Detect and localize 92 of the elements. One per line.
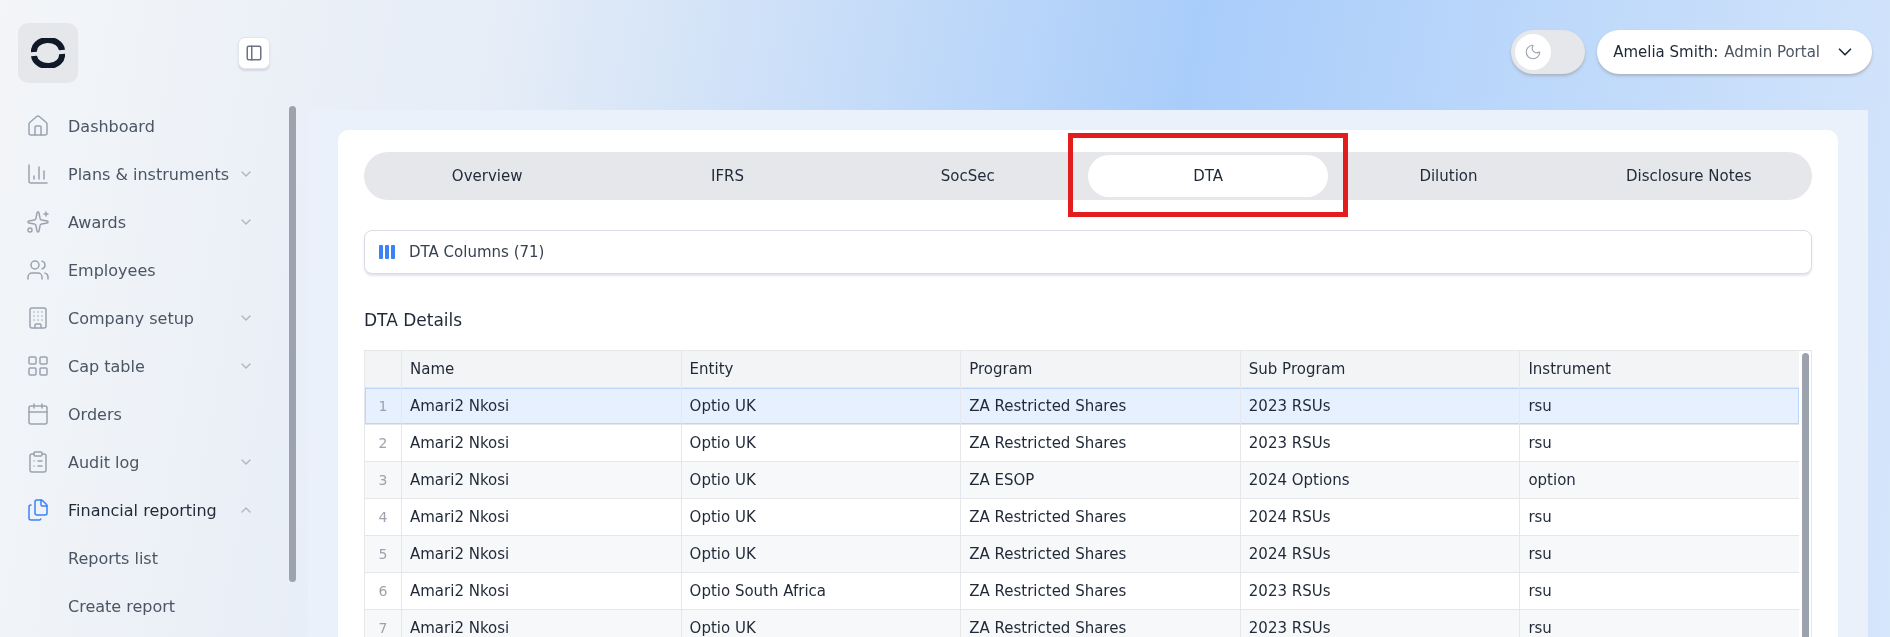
row-number: 7	[377, 619, 389, 637]
nav-icon	[26, 402, 50, 426]
table-cell: Amari2 Nkosi	[401, 536, 681, 572]
sidebar-item[interactable]: Financial reporting	[26, 486, 254, 534]
table-row[interactable]: 7 Amari2 Nkosi Optio UK ZA Restricted Shares 2023 RSUs rsu	[365, 610, 1799, 637]
table-row[interactable]: 5 Amari2 Nkosi Optio UK ZA Restricted Shares 2024 RSUs rsu	[365, 536, 1799, 573]
table-row[interactable]: 3 Amari2 Nkosi Optio UK ZA ESOP 2024 Options option	[365, 462, 1799, 499]
table-cell: Optio South Africa	[680, 573, 961, 609]
row-number: 2	[377, 434, 389, 453]
tab[interactable]: Overview	[367, 155, 608, 197]
table-row[interactable]: 2 Amari2 Nkosi Optio UK ZA Restricted Shares 2023 RSUs rsu	[365, 425, 1799, 462]
table-cell: 2024 RSUs	[1239, 536, 1520, 572]
nav-icon	[26, 354, 50, 378]
table-row[interactable]: 6 Amari2 Nkosi Optio South Africa ZA Restricted Shares 2023 RSUs rsu	[365, 573, 1799, 610]
columns-button[interactable]: DTA Columns (71)	[364, 230, 1812, 274]
logo[interactable]	[18, 23, 78, 83]
table-cell: ZA Restricted Shares	[960, 499, 1240, 535]
profile-menu-button[interactable]: Amelia Smith: Admin Portal	[1597, 30, 1872, 74]
tab[interactable]: Disclosure Notes	[1568, 155, 1809, 197]
moon-icon	[1524, 43, 1543, 61]
column-header[interactable]: Instrument	[1519, 351, 1799, 387]
section-title: DTA Details	[364, 310, 464, 330]
table-cell: ZA Restricted Shares	[960, 573, 1240, 609]
table-cell: Optio UK	[680, 610, 961, 637]
table-cell: 2023 RSUs	[1239, 573, 1520, 609]
table-cell: rsu	[1519, 536, 1799, 572]
scrollbar[interactable]	[289, 106, 296, 582]
panel-icon	[245, 44, 263, 62]
nav-icon	[26, 258, 50, 282]
column-header[interactable]: Name	[401, 351, 681, 387]
table-cell: Optio UK	[680, 536, 961, 572]
row-number: 4	[377, 508, 389, 527]
table-cell: rsu	[1519, 388, 1799, 424]
table-cell: 2024 RSUs	[1239, 499, 1520, 535]
nav-icon	[26, 210, 50, 234]
table-row[interactable]: 4 Amari2 Nkosi Optio UK ZA Restricted Shares 2024 RSUs rsu	[365, 499, 1799, 536]
tab[interactable]: Dilution	[1328, 155, 1569, 197]
table-cell: ZA Restricted Shares	[960, 425, 1240, 461]
sidebar-item[interactable]: Plans & instruments	[26, 150, 254, 198]
nav-icon	[26, 114, 50, 138]
sidebar-item[interactable]: Dashboard	[26, 102, 254, 150]
row-number: 1	[377, 397, 389, 416]
sidebar-item[interactable]: Awards	[26, 198, 254, 246]
sidebar-item[interactable]: Orders	[26, 390, 254, 438]
sidebar-item[interactable]: Company setup	[26, 294, 254, 342]
sidebar-item[interactable]: Audit log	[26, 438, 254, 486]
table-cell: 2023 RSUs	[1239, 610, 1520, 637]
nav-icon	[26, 306, 50, 330]
table-cell: Optio UK	[680, 462, 961, 498]
table-cell: Amari2 Nkosi	[401, 425, 681, 461]
table-cell: rsu	[1519, 610, 1799, 637]
tab[interactable]: IFRS	[607, 155, 848, 197]
row-number: 5	[377, 545, 389, 564]
table-cell: Optio UK	[680, 499, 961, 535]
table-cell: ZA Restricted Shares	[960, 610, 1240, 637]
tab[interactable]: DTA	[1088, 155, 1329, 197]
sidebar-toggle-button[interactable]	[238, 37, 270, 69]
table-cell: ZA Restricted Shares	[960, 388, 1240, 424]
table-cell: ZA ESOP	[960, 462, 1240, 498]
table-cell: 2023 RSUs	[1239, 388, 1520, 424]
table-cell: Amari2 Nkosi	[401, 462, 681, 498]
table-cell: rsu	[1519, 425, 1799, 461]
row-number: 6	[377, 582, 389, 601]
theme-toggle[interactable]	[1511, 30, 1586, 74]
table-cell: Amari2 Nkosi	[401, 573, 681, 609]
column-header[interactable]: Program	[960, 351, 1240, 387]
table-cell: 2023 RSUs	[1239, 425, 1520, 461]
row-number: 3	[377, 471, 389, 490]
column-header[interactable]: Entity	[680, 351, 961, 387]
sidebar-item[interactable]: Cap table	[26, 342, 254, 390]
tab[interactable]: SocSec	[847, 155, 1088, 197]
table-cell: 2024 Options	[1239, 462, 1520, 498]
logo-icon	[31, 38, 65, 68]
nav-icon	[26, 498, 50, 522]
sidebar-item[interactable]: Employees	[26, 246, 254, 294]
table-cell: Amari2 Nkosi	[401, 388, 681, 424]
table-cell: rsu	[1519, 499, 1799, 535]
table-cell: Amari2 Nkosi	[401, 499, 681, 535]
columns-icon	[379, 245, 395, 259]
table-cell: ZA Restricted Shares	[960, 536, 1240, 572]
table-cell: option	[1519, 462, 1799, 498]
table-row[interactable]: 1 Amari2 Nkosi Optio UK ZA Restricted Shares 2023 RSUs rsu	[365, 388, 1799, 425]
table-cell: Optio UK	[680, 425, 961, 461]
table-cell: Amari2 Nkosi	[401, 610, 681, 637]
nav-icon	[26, 162, 50, 186]
table-cell: rsu	[1519, 573, 1799, 609]
nav-icon	[26, 450, 50, 474]
sidebar-subitem[interactable]: Reports list	[26, 534, 290, 582]
scrollbar[interactable]	[1802, 353, 1809, 637]
sidebar-subitem[interactable]: Create report	[26, 582, 290, 630]
column-header[interactable]: Sub Program	[1239, 351, 1520, 387]
table-cell: Optio UK	[680, 388, 961, 424]
